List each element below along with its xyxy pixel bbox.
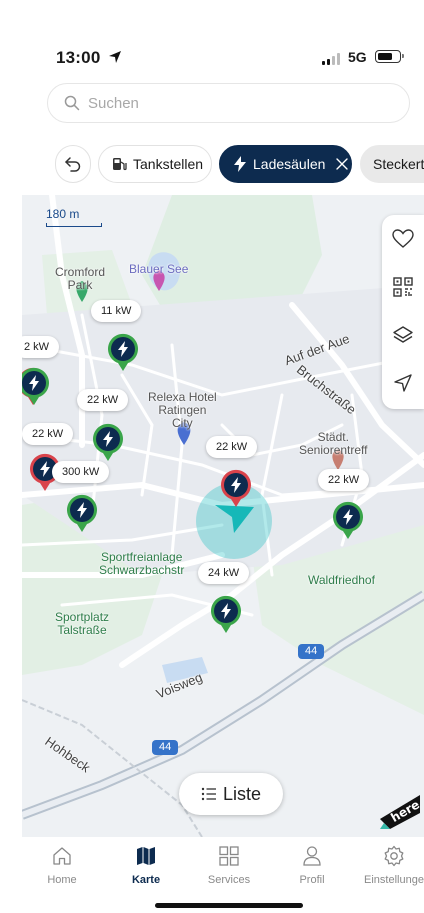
charging-pin-green[interactable] — [65, 492, 99, 534]
plug-type-chip[interactable]: Steckerty — [360, 145, 424, 183]
place-waldfriedhof: Waldfriedhof — [308, 573, 375, 587]
scale-label: 180 m — [46, 207, 80, 221]
grid-icon — [219, 846, 239, 866]
layers-tool[interactable] — [382, 311, 424, 359]
gear-icon — [384, 845, 404, 867]
navigation-arrow-icon — [394, 374, 412, 392]
person-icon — [303, 846, 321, 866]
road-44-label: 44 — [305, 645, 318, 657]
charging-stations-label: Ladesäulen — [253, 156, 326, 172]
location-arrow-icon — [109, 51, 121, 63]
charging-pin-green[interactable] — [106, 331, 140, 373]
tab-home-label: Home — [47, 874, 77, 886]
qr-code-icon — [393, 277, 413, 297]
fuel-stations-chip[interactable]: Tankstellen — [98, 145, 212, 183]
tab-settings-label: Einstellunge — [364, 874, 424, 886]
map-view[interactable]: 180 m Cromford Park Blauer See Relexa Ho… — [22, 195, 424, 837]
back-chip[interactable] — [55, 145, 91, 183]
charging-pin-green[interactable] — [331, 499, 365, 541]
here-logo: here — [380, 795, 422, 829]
power-label[interactable]: 24 kW — [198, 562, 250, 584]
place-sportplatz: Sportplatz Talstraße — [55, 610, 110, 637]
fuel-pump-icon — [113, 158, 127, 171]
charging-pin-green[interactable] — [22, 365, 51, 407]
charging-pin-green[interactable] — [209, 593, 243, 635]
bottom-tab-bar: Home Karte Services Profil Einstellunge — [0, 837, 424, 913]
place-seniorentreff: Städt. Seniorentreff — [299, 430, 368, 457]
search-input[interactable] — [88, 94, 368, 112]
power-label[interactable]: 11 kW — [91, 300, 142, 322]
place-relexa-hotel: Relexa Hotel Ratingen City — [148, 390, 217, 430]
filter-chips: Tankstellen Ladesäulen Steckerty — [0, 145, 424, 185]
power-label[interactable]: 22 kW — [22, 423, 74, 445]
charging-stations-chip[interactable]: Ladesäulen — [219, 145, 352, 183]
network-type: 5G — [348, 49, 367, 65]
status-time: 13:00 — [56, 48, 101, 67]
close-icon[interactable] — [335, 157, 349, 171]
place-sportfreianlage: Sportfreianlage Schwarzbachstr — [99, 550, 185, 577]
status-bar: 13:00 5G — [0, 0, 424, 80]
power-label[interactable]: 22 kW — [206, 436, 258, 458]
list-view-button[interactable]: Liste — [179, 773, 283, 815]
plug-type-label: Steckerty — [373, 156, 424, 172]
tab-home[interactable]: Home — [22, 845, 102, 886]
tab-map[interactable]: Karte — [106, 845, 186, 886]
place-blauer-see: Blauer See — [129, 262, 189, 276]
place-cromford-park: Cromford Park — [55, 265, 106, 292]
qr-scan-tool[interactable] — [382, 263, 424, 311]
tab-services-label: Services — [207, 874, 251, 886]
map-icon — [137, 847, 155, 865]
battery-icon — [375, 50, 404, 63]
search-icon — [64, 95, 80, 111]
tab-settings[interactable]: Einstellunge — [354, 845, 424, 886]
power-label[interactable]: 2 kW — [22, 336, 60, 358]
map-tools-panel — [382, 215, 424, 409]
tab-services[interactable]: Services — [189, 845, 269, 886]
favorites-tool[interactable] — [382, 215, 424, 263]
list-icon — [201, 787, 216, 801]
lightning-icon — [234, 156, 246, 172]
layers-icon — [393, 326, 413, 343]
undo-arrow-icon — [65, 157, 81, 172]
heart-outline-icon — [392, 229, 414, 248]
road-44-label: 44 — [159, 741, 172, 753]
home-indicator — [155, 903, 303, 908]
tab-profile-label: Profil — [299, 874, 325, 886]
charging-pin-green[interactable] — [91, 421, 125, 463]
charging-pin-red[interactable] — [219, 467, 253, 509]
power-label[interactable]: 22 kW — [318, 469, 370, 491]
search-bar[interactable] — [47, 83, 410, 123]
locate-me-tool[interactable] — [382, 359, 424, 407]
power-label[interactable]: 300 kW — [52, 461, 110, 483]
fuel-stations-label: Tankstellen — [133, 156, 204, 172]
list-view-label: Liste — [222, 783, 262, 804]
scale-bar — [46, 223, 102, 227]
home-icon — [53, 847, 71, 865]
tab-profile[interactable]: Profil — [272, 845, 352, 886]
power-label[interactable]: 22 kW — [77, 389, 129, 411]
signal-icon — [322, 53, 340, 65]
tab-map-label: Karte — [131, 874, 161, 886]
